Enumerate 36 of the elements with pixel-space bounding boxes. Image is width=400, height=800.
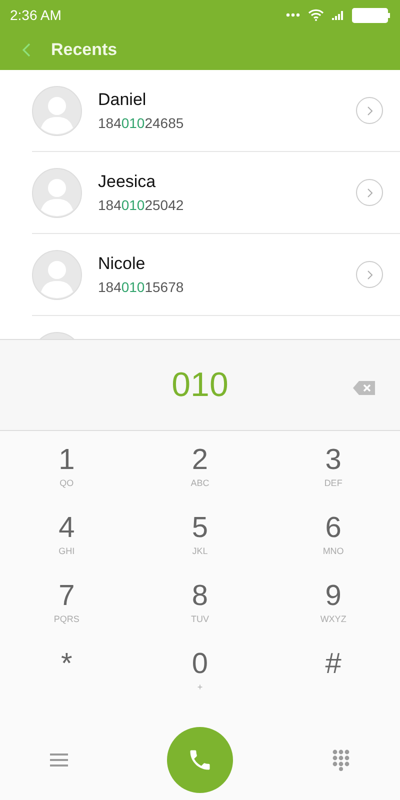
- phone-number: 18401024685: [98, 114, 185, 133]
- contact-name: Nicole: [98, 253, 146, 276]
- dial-key[interactable]: 4 GHI: [0, 511, 134, 579]
- dial-key[interactable]: 0 +: [133, 647, 267, 715]
- dial-key[interactable]: #: [266, 647, 400, 715]
- dial-key[interactable]: 5 JKL: [133, 511, 267, 579]
- dial-key[interactable]: 2 ABC: [133, 443, 267, 511]
- wifi-icon: [308, 9, 324, 21]
- avatar-icon: [32, 168, 82, 218]
- status-time: 2:36 AM: [10, 6, 62, 24]
- chevron-right-icon: [366, 270, 372, 280]
- avatar-icon: [32, 86, 82, 136]
- dial-key[interactable]: 6 MNO: [266, 511, 400, 579]
- phone-number: 18401015678: [98, 278, 185, 297]
- screen-title: Recents: [51, 39, 118, 62]
- chevron-right-icon: [366, 106, 372, 116]
- phone-number: 18401025042: [98, 196, 185, 215]
- details-button[interactable]: [356, 97, 383, 124]
- signal-icon: [332, 10, 344, 20]
- dialpad-icon[interactable]: [332, 748, 350, 772]
- dialed-number: 010: [172, 364, 228, 406]
- avatar-icon: [32, 250, 82, 300]
- dial-key[interactable]: 3 DEF: [266, 443, 400, 511]
- dial-key[interactable]: 1 QO: [0, 443, 134, 511]
- more-dots-icon: [286, 13, 300, 17]
- dial-key[interactable]: 9 WXYZ: [266, 579, 400, 647]
- back-icon: [22, 42, 31, 57]
- details-button[interactable]: [356, 261, 383, 288]
- details-button[interactable]: [356, 179, 383, 206]
- contact-name: Jeesica: [98, 171, 157, 194]
- chevron-right-icon: [366, 188, 372, 198]
- dial-key[interactable]: *: [0, 647, 134, 715]
- dial-key[interactable]: 8 TUV: [133, 579, 267, 647]
- contact-name: Daniel: [98, 89, 148, 112]
- battery-icon: [352, 8, 390, 22]
- dial-key[interactable]: 7 PQRS: [0, 579, 134, 647]
